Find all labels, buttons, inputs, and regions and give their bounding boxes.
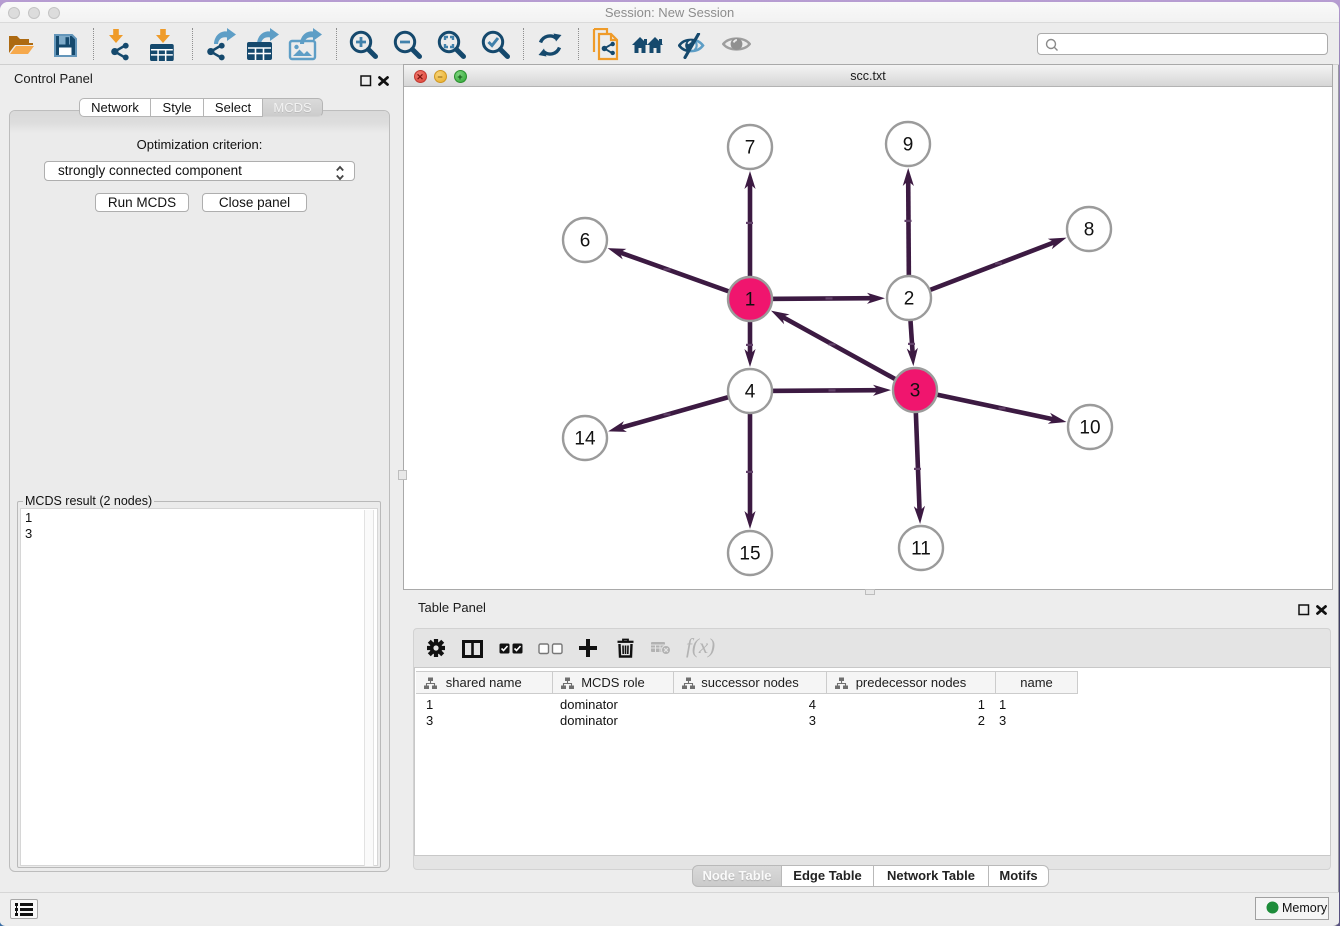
svg-text:11: 11 [911,539,931,560]
svg-text:14: 14 [574,429,596,450]
svg-text:1: 1 [745,290,756,311]
svg-text:3: 3 [910,381,921,402]
svg-text:4: 4 [745,382,756,403]
svg-text:9: 9 [903,135,914,156]
svg-text:7: 7 [745,138,756,159]
svg-text:6: 6 [580,231,591,252]
svg-text:15: 15 [739,544,760,565]
svg-text:10: 10 [1079,418,1100,439]
svg-text:8: 8 [1084,220,1095,241]
svg-text:2: 2 [904,289,915,310]
